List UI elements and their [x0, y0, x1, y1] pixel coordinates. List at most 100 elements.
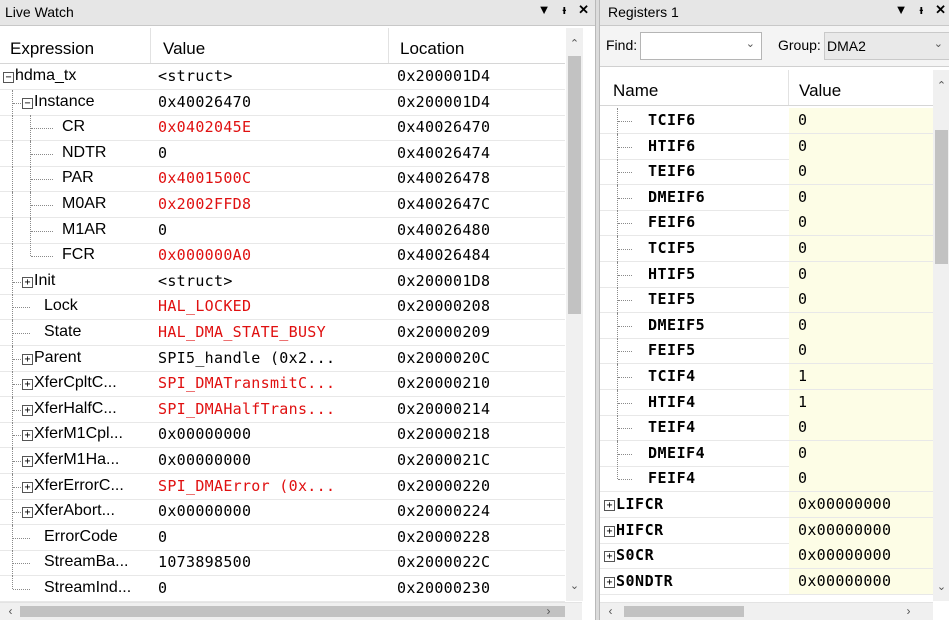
watch-row[interactable]: ErrorCode 0 0x20000228 [0, 524, 565, 551]
register-row[interactable]: FEIF4 0 [600, 466, 933, 493]
expression-value[interactable]: SPI5_handle (0x2... [158, 349, 335, 367]
register-value-cell[interactable]: 0 [789, 312, 933, 338]
watch-row[interactable]: StreamInd... 0 0x20000230 [0, 576, 565, 602]
watch-row[interactable]: M1AR 0 0x40026480 [0, 217, 565, 244]
watch-row[interactable]: − Instance 0x40026470 0x200001D4 [0, 89, 565, 116]
register-row[interactable]: TEIF5 0 [600, 287, 933, 314]
expression-value[interactable]: 0 [158, 221, 167, 239]
expression-value[interactable]: 0 [158, 144, 167, 162]
expression-value[interactable]: 0 [158, 528, 167, 546]
expression-value[interactable]: 0 [158, 579, 167, 597]
registers-vscrollbar[interactable]: ⌃ ⌄ [933, 70, 949, 601]
register-value-cell[interactable]: 0 [789, 338, 933, 364]
expression-value[interactable]: 0x00000000 [158, 451, 251, 469]
chevron-down-icon[interactable]: ⌄ [934, 37, 943, 50]
register-value-cell[interactable]: 1 [789, 364, 933, 389]
register-row[interactable]: + LIFCR 0x00000000 [600, 492, 933, 518]
register-value-cell[interactable]: 0 [789, 184, 933, 210]
value-column-header[interactable]: Value [163, 39, 205, 59]
watch-row[interactable]: + XferHalfC... SPI_DMAHalfTrans... 0x200002… [0, 396, 565, 423]
registers-hscrollbar[interactable]: ‹ › [600, 602, 933, 620]
register-row[interactable]: TEIF6 0 [600, 159, 933, 186]
register-row[interactable]: TEIF4 0 [600, 415, 933, 442]
watch-row[interactable]: StreamBa... 1073898500 0x2000022C [0, 550, 565, 577]
expand-icon[interactable]: + [604, 525, 615, 537]
expand-icon[interactable]: + [22, 456, 33, 467]
collapse-icon[interactable]: − [22, 97, 33, 109]
scroll-up-icon[interactable]: ⌃ [566, 36, 583, 53]
expand-icon[interactable]: + [604, 576, 615, 588]
watch-row[interactable]: + Parent SPI5_handle (0x2... 0x2000020C [0, 345, 565, 372]
expression-value[interactable]: 0x4001500C [158, 169, 251, 187]
group-combobox[interactable]: DMA2 ⌄ [824, 32, 949, 60]
expression-value[interactable]: <struct> [158, 272, 233, 290]
value-column-header[interactable]: Value [799, 81, 841, 101]
chevron-down-icon[interactable]: ⌄ [746, 37, 755, 50]
register-row[interactable]: + S0CR 0x00000000 [600, 543, 933, 570]
register-value-cell[interactable]: 1 [789, 389, 933, 415]
register-row[interactable]: TCIF4 1 [600, 364, 933, 390]
register-value-cell[interactable]: 0x00000000 [789, 543, 933, 569]
hscroll-thumb[interactable] [20, 606, 565, 617]
register-value-cell[interactable]: 0 [789, 210, 933, 236]
expand-icon[interactable]: + [22, 276, 33, 288]
register-row[interactable]: TCIF6 0 [600, 108, 933, 134]
expand-icon[interactable]: + [604, 500, 615, 511]
expression-value[interactable]: SPI_DMATransmitC... [158, 374, 335, 392]
expression-value[interactable]: 0x00000000 [158, 502, 251, 520]
expression-value[interactable]: SPI_DMAError (0x... [158, 477, 335, 495]
scroll-right-icon[interactable]: › [900, 603, 917, 620]
watch-row[interactable]: + XferM1Ha... 0x00000000 0x2000021C [0, 448, 565, 474]
watch-row[interactable]: Lock HAL_LOCKED 0x20000208 [0, 294, 565, 321]
pin-icon[interactable]: ᵼ [919, 2, 923, 18]
register-row[interactable]: + HIFCR 0x00000000 [600, 517, 933, 544]
vscroll-thumb[interactable] [568, 56, 581, 314]
expression-value[interactable]: HAL_DMA_STATE_BUSY [158, 323, 326, 341]
register-value-cell[interactable]: 0x00000000 [789, 568, 933, 594]
expression-value[interactable]: 0x2002FFD8 [158, 195, 251, 213]
watch-row[interactable]: M0AR 0x2002FFD8 0x4002647C [0, 192, 565, 218]
register-row[interactable]: HTIF6 0 [600, 133, 933, 160]
register-row[interactable]: + S0NDTR 0x00000000 [600, 568, 933, 595]
expand-icon[interactable]: + [22, 404, 33, 416]
register-row[interactable]: FEIF6 0 [600, 210, 933, 237]
register-row[interactable]: TCIF5 0 [600, 236, 933, 262]
register-value-cell[interactable]: 0x00000000 [789, 492, 933, 517]
chevron-down-icon[interactable]: ▼ [538, 2, 551, 18]
scroll-left-icon[interactable]: ‹ [602, 603, 619, 620]
name-column-header[interactable]: Name [613, 81, 658, 101]
collapse-icon[interactable]: − [3, 72, 14, 83]
expression-value[interactable]: 1073898500 [158, 553, 251, 571]
expand-icon[interactable]: + [22, 379, 33, 391]
watch-row[interactable]: + XferM1Cpl... 0x00000000 0x20000218 [0, 422, 565, 449]
register-value-cell[interactable]: 0 [789, 133, 933, 159]
close-icon[interactable]: ✕ [935, 2, 946, 18]
vscroll-thumb[interactable] [935, 130, 948, 264]
live-watch-hscrollbar[interactable]: ‹ › [0, 602, 582, 620]
hscroll-thumb[interactable] [624, 606, 744, 617]
register-row[interactable]: DMEIF6 0 [600, 184, 933, 211]
watch-row[interactable]: FCR 0x000000A0 0x40026484 [0, 243, 565, 270]
register-value-cell[interactable]: 0 [789, 287, 933, 313]
location-column-header[interactable]: Location [400, 39, 464, 59]
scroll-right-icon[interactable]: › [540, 603, 557, 620]
register-row[interactable]: HTIF4 1 [600, 389, 933, 416]
watch-row[interactable]: PAR 0x4001500C 0x40026478 [0, 166, 565, 193]
expression-column-header[interactable]: Expression [10, 39, 94, 59]
register-value-cell[interactable]: 0 [789, 236, 933, 261]
register-row[interactable]: HTIF5 0 [600, 261, 933, 288]
live-watch-vscrollbar[interactable]: ⌃ ⌄ [566, 28, 583, 601]
expand-icon[interactable]: + [22, 481, 33, 493]
register-value-cell[interactable]: 0 [789, 440, 933, 466]
expression-value[interactable]: 0x40026470 [158, 93, 251, 111]
watch-row[interactable]: + XferErrorC... SPI_DMAError (0x... 0x20000… [0, 473, 565, 500]
scroll-down-icon[interactable]: ⌄ [933, 579, 949, 596]
close-icon[interactable]: ✕ [578, 2, 589, 18]
scroll-down-icon[interactable]: ⌄ [566, 578, 583, 595]
expression-value[interactable]: 0x000000A0 [158, 246, 251, 264]
watch-row[interactable]: State HAL_DMA_STATE_BUSY 0x20000209 [0, 320, 565, 346]
register-value-cell[interactable]: 0 [789, 415, 933, 441]
find-combobox[interactable]: ⌄ [640, 32, 762, 60]
expression-value[interactable]: <struct> [158, 67, 233, 85]
watch-row[interactable]: CR 0x0402045E 0x40026470 [0, 115, 565, 142]
